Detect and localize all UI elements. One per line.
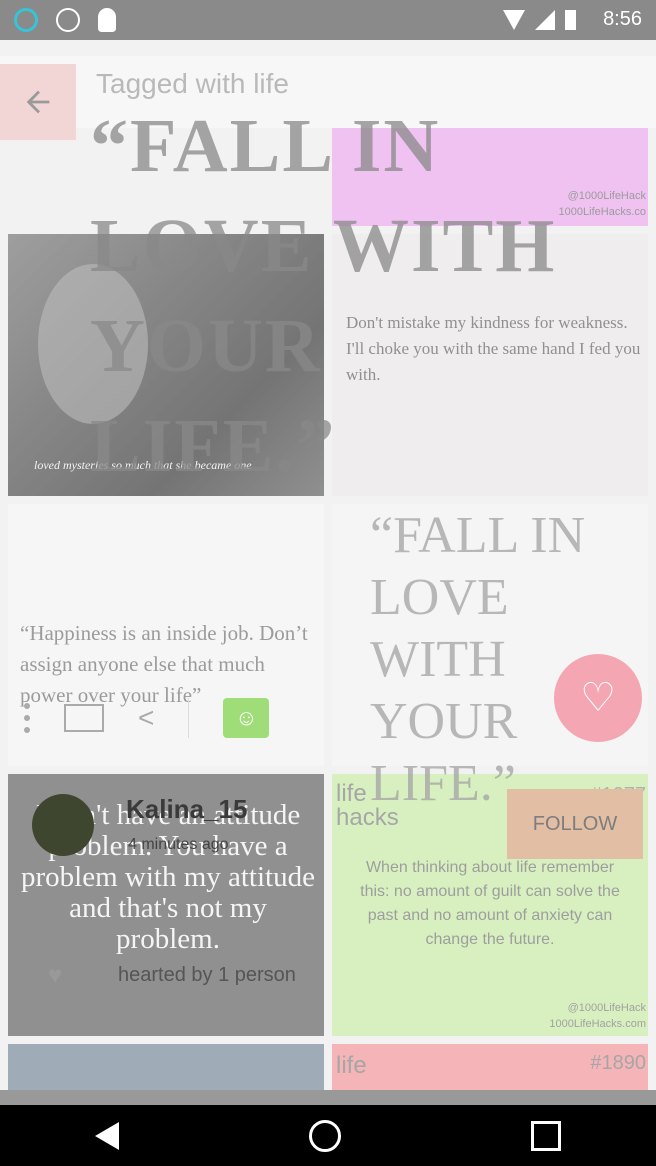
android-icon (98, 8, 116, 32)
nav-home-icon[interactable] (309, 1119, 341, 1152)
tile-watermark: 1000LifeHacks.com (549, 1018, 646, 1030)
tile-image-9[interactable]: life #1890 (332, 1044, 648, 1090)
divider (188, 698, 190, 738)
tile-watermark: @1000LifeHack (567, 1002, 646, 1014)
like-button[interactable]: ♡ (554, 654, 642, 742)
back-arrow-icon (26, 90, 50, 114)
nav-back-icon[interactable] (95, 1121, 119, 1150)
wifi-icon (503, 10, 525, 30)
tile-image-8[interactable] (8, 1044, 324, 1090)
bottom-spacer (0, 1090, 656, 1105)
signal-icon (535, 10, 555, 30)
avatar[interactable] (32, 794, 94, 856)
tile-brand: life (336, 1052, 367, 1079)
post-time: 4 minutes ago (128, 836, 229, 853)
more-options-icon[interactable] (24, 703, 30, 733)
tile-watermark: @1000LifeHack (567, 190, 646, 202)
page-title: Tagged with life (96, 68, 290, 99)
tile-quote: When thinking about life remember this: … (360, 859, 620, 948)
comment-icon[interactable]: ☺ (223, 698, 270, 738)
sync-icon (14, 8, 38, 32)
back-button[interactable] (0, 64, 76, 140)
follow-button[interactable]: FOLLOW (507, 789, 643, 859)
post-action-bar: < ☺ (24, 692, 324, 744)
board-icon[interactable] (64, 704, 104, 732)
tile-watermark: 1000LifeHacks.co (558, 206, 646, 218)
overlay-quote-large: “FALL IN LOVE WITH YOUR LIFE.” (90, 104, 557, 488)
status-bar: 8:56 (0, 0, 656, 40)
system-nav-bar (0, 1105, 656, 1166)
status-icons (14, 8, 116, 32)
username[interactable]: Kalina_15 (126, 794, 247, 825)
tile-number: #1890 (590, 1052, 646, 1074)
battery-icon (565, 10, 576, 30)
share-icon[interactable]: < (138, 704, 154, 732)
status-time: 8:56 (603, 8, 642, 30)
hearted-by[interactable]: hearted by 1 person (118, 964, 296, 987)
heart-small-icon: ♥ (48, 962, 63, 989)
alert-icon (56, 8, 80, 32)
heart-icon: ♡ (580, 676, 616, 720)
nav-recents-icon[interactable] (531, 1120, 561, 1151)
